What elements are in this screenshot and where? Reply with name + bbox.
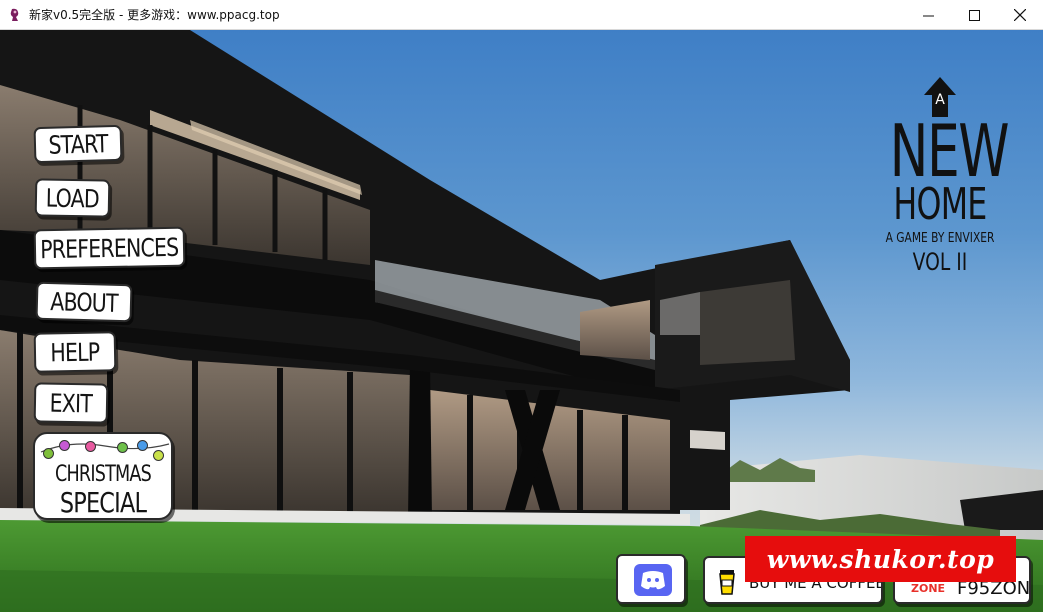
maximize-icon <box>968 9 980 21</box>
watermark-banner: www.shukor.top <box>745 536 1016 582</box>
logo-home: HOME <box>893 179 987 230</box>
help-button[interactable]: HELP <box>33 331 117 373</box>
coffee-cup-icon <box>719 570 735 595</box>
logo-byline: A GAME BY ENVIXER <box>885 231 995 246</box>
about-label: ABOUT <box>49 286 119 318</box>
start-label: START <box>48 128 108 160</box>
about-button[interactable]: ABOUT <box>35 281 133 323</box>
light-bulb-icon <box>43 448 54 459</box>
light-bulb-icon <box>59 440 70 451</box>
logo-a: A <box>935 92 945 108</box>
game-logo: A NEW HOME A GAME BY ENVIXER VOL II <box>870 75 1010 276</box>
discord-button[interactable] <box>616 554 686 604</box>
help-label: HELP <box>50 337 100 367</box>
watermark-text: www.shukor.top <box>766 544 995 574</box>
exit-button[interactable]: EXIT <box>33 382 109 424</box>
preferences-button[interactable]: PREFERENCES <box>33 226 186 270</box>
maximize-button[interactable] <box>951 0 997 30</box>
light-bulb-icon <box>153 450 164 461</box>
christmas-line-1: CHRISTMAS <box>54 462 152 487</box>
load-button[interactable]: LOAD <box>34 178 111 218</box>
minimize-button[interactable] <box>905 0 951 30</box>
preferences-label: PREFERENCES <box>40 232 179 264</box>
window-title-bar[interactable]: 新家v0.5完全版 - 更多游戏：www.ppacg.top <box>0 0 1043 30</box>
load-label: LOAD <box>45 183 100 213</box>
close-icon <box>1014 9 1026 21</box>
window-title: 新家v0.5完全版 - 更多游戏：www.ppacg.top <box>29 8 280 22</box>
minimize-icon <box>922 15 934 16</box>
christmas-line-2: SPECIAL <box>59 486 147 519</box>
window-controls <box>905 0 1043 30</box>
light-bulb-icon <box>137 440 148 451</box>
logo-volume: VOL II <box>912 248 968 276</box>
light-bulb-icon <box>117 442 128 453</box>
christmas-special-button[interactable]: CHRISTMAS SPECIAL <box>33 432 173 520</box>
discord-icon <box>634 564 672 596</box>
close-button[interactable] <box>997 0 1043 30</box>
light-bulb-icon <box>85 441 96 452</box>
app-icon <box>9 8 21 22</box>
exit-label: EXIT <box>49 388 93 418</box>
game-viewport: A NEW HOME A GAME BY ENVIXER VOL II STAR… <box>0 30 1043 612</box>
logo-new: NEW <box>889 109 1010 193</box>
zone-label: ZONE <box>911 582 946 595</box>
start-button[interactable]: START <box>33 124 123 164</box>
